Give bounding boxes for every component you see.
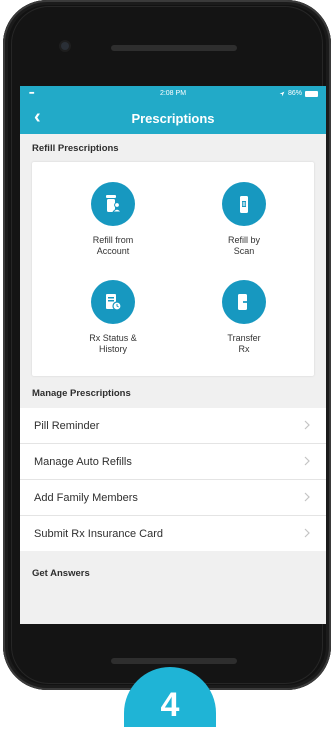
chevron-right-icon <box>300 454 314 468</box>
app-screen: ▪▪▪ 2:08 PM 86% ‹ Prescriptions Refill P… <box>20 86 326 624</box>
list-item-label: Add Family Members <box>34 491 138 504</box>
chevron-right-icon <box>300 418 314 432</box>
location-arrow-icon <box>279 91 285 96</box>
tile-refill-from-account[interactable]: Refill from Account <box>53 182 173 257</box>
status-bar: ▪▪▪ 2:08 PM 86% <box>20 86 326 102</box>
list-item-label: Pill Reminder <box>34 419 100 432</box>
step-number: 4 <box>160 686 180 724</box>
bottle-scan-icon <box>222 182 266 226</box>
list-item-label: Manage Auto Refills <box>34 455 132 468</box>
tile-label: Refill from Account <box>92 235 134 256</box>
chevron-right-icon <box>300 490 314 504</box>
chevron-right-icon <box>300 526 314 540</box>
nav-bar: ‹ Prescriptions <box>20 102 326 134</box>
rx-status-clock-icon <box>91 280 135 324</box>
refill-card: Refill from Account Refill by Scan Rx St… <box>32 162 314 376</box>
manage-list: Pill Reminder Manage Auto Refills Add Fa… <box>20 408 326 551</box>
list-item-label: Submit Rx Insurance Card <box>34 527 163 540</box>
earpiece-speaker <box>111 45 237 51</box>
status-right: 86% <box>279 90 318 97</box>
transfer-rx-icon <box>222 280 266 324</box>
tile-label: Rx Status & History <box>89 333 137 354</box>
list-item-add-family-members[interactable]: Add Family Members <box>20 480 326 516</box>
tile-refill-by-scan[interactable]: Refill by Scan <box>184 182 304 257</box>
page-title: Prescriptions <box>131 111 215 126</box>
phone-frame: ▪▪▪ 2:08 PM 86% ‹ Prescriptions Refill P… <box>3 0 331 690</box>
battery-icon <box>305 90 318 97</box>
list-item-pill-reminder[interactable]: Pill Reminder <box>20 408 326 444</box>
manage-section-header: Manage Prescriptions <box>32 388 131 399</box>
tile-rx-status-history[interactable]: Rx Status & History <box>53 280 173 355</box>
front-camera <box>61 42 69 50</box>
list-item-manage-auto-refills[interactable]: Manage Auto Refills <box>20 444 326 480</box>
tile-label: Refill by Scan <box>227 235 260 256</box>
list-item-submit-insurance-card[interactable]: Submit Rx Insurance Card <box>20 516 326 551</box>
answers-section-header: Get Answers <box>32 568 90 579</box>
bottle-person-icon <box>91 182 135 226</box>
battery-percent: 86% <box>287 90 302 97</box>
refill-section-header: Refill Prescriptions <box>32 143 119 154</box>
tile-transfer-rx[interactable]: Transfer Rx <box>184 280 304 355</box>
tile-label: Transfer Rx <box>227 333 261 354</box>
bottom-speaker <box>111 658 237 664</box>
